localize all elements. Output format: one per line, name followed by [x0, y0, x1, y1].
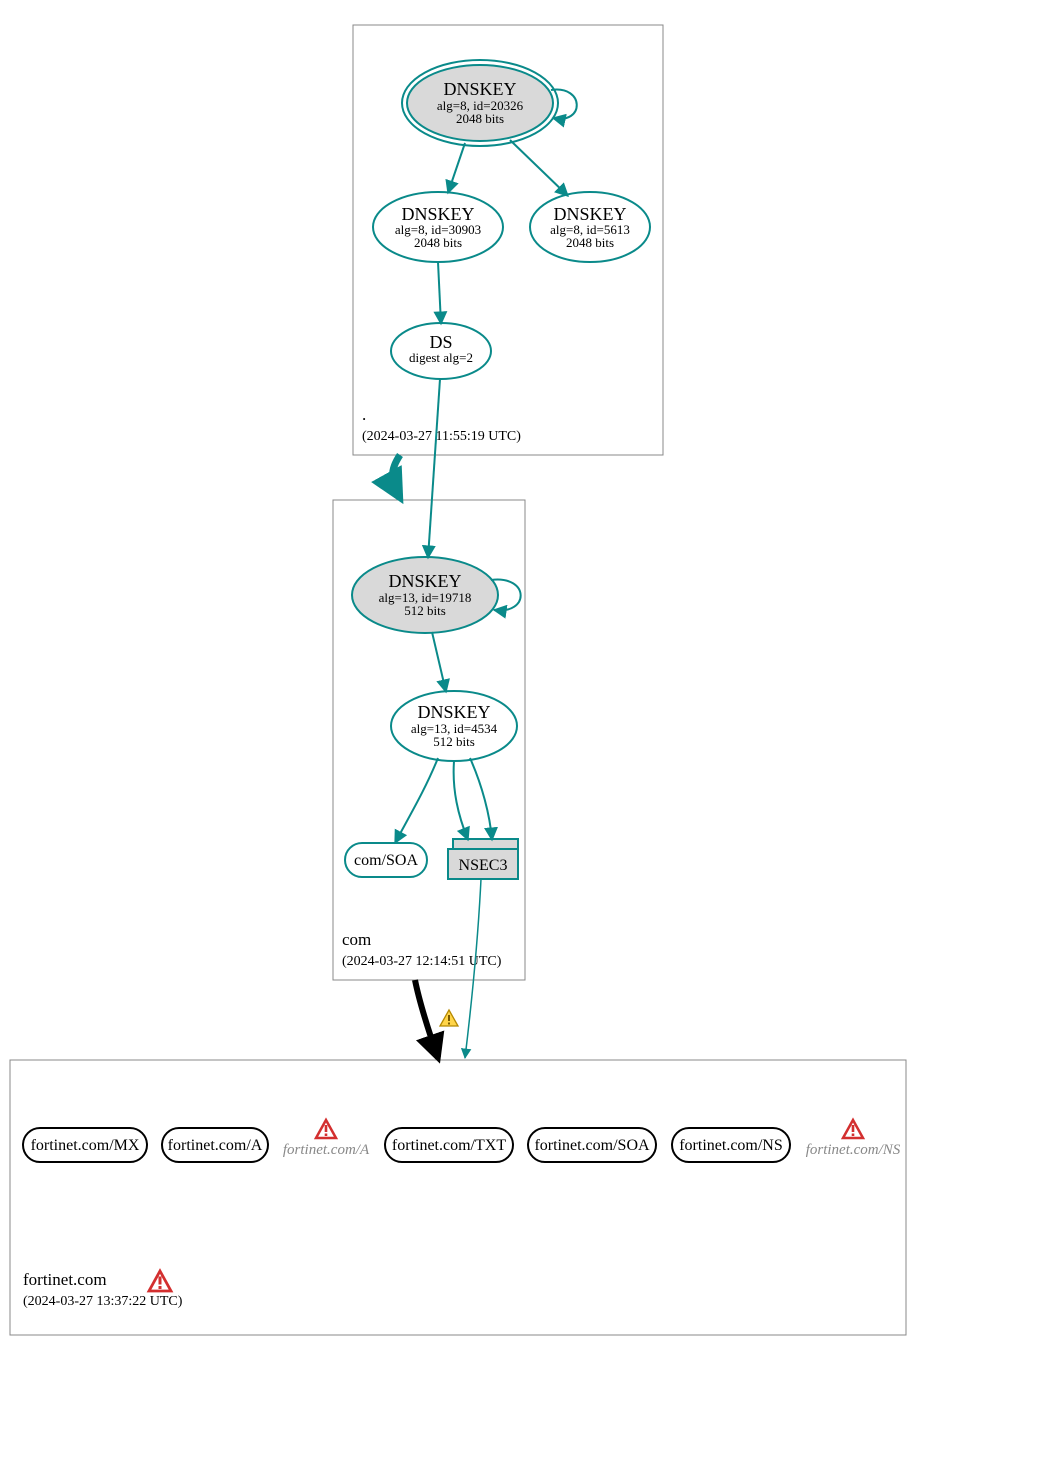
edge-com-zsk-soa: [395, 758, 438, 843]
dnskey-root-ksk-title: DNSKEY: [443, 79, 516, 99]
com-nsec3-label: NSEC3: [459, 857, 508, 874]
zone-fortinet-ts: (2024-03-27 13:37:22 UTC): [23, 1294, 183, 1309]
ds-root-sub: digest alg=2: [409, 350, 473, 365]
com-soa-label: com/SOA: [354, 852, 418, 869]
dnskey-com-zsk-title: DNSKEY: [417, 702, 490, 722]
edge-ds-comksk: [428, 379, 440, 558]
dnssec-diagram: DNSKEY alg=8, id=20326 2048 bits DNSKEY …: [0, 0, 1049, 1477]
error-icon: [316, 1120, 336, 1138]
rr-fortinet-soa: fortinet.com/SOA: [528, 1128, 656, 1162]
ds-root-title: DS: [429, 332, 452, 352]
rr-fortinet-mx: fortinet.com/MX: [23, 1128, 147, 1162]
dnskey-root-ksk-bits: 2048 bits: [456, 111, 504, 126]
ds-root: DS digest alg=2: [391, 323, 491, 379]
dnskey-root-zsk1-title: DNSKEY: [401, 204, 474, 224]
edge-com-zsk-nsec3a: [454, 761, 468, 840]
dnskey-root-zsk1-bits: 2048 bits: [414, 235, 462, 250]
edge-root-to-com: [393, 455, 401, 498]
dnskey-com-zsk-bits: 512 bits: [433, 734, 475, 749]
dnskey-root-ksk: DNSKEY alg=8, id=20326 2048 bits: [402, 60, 558, 146]
rr-fortinet-a-error: fortinet.com/A: [283, 1120, 370, 1158]
edge-root-zsk1-ds: [438, 262, 441, 324]
com-soa: com/SOA: [345, 843, 427, 877]
dnskey-com-ksk-title: DNSKEY: [388, 571, 461, 591]
zone-root-ts: (2024-03-27 11:55:19 UTC): [362, 429, 521, 444]
edge-com-ksk-zsk: [432, 632, 446, 692]
dnskey-root-zsk1: DNSKEY alg=8, id=30903 2048 bits: [373, 192, 503, 262]
edge-root-ksk-zsk1: [448, 143, 465, 193]
rr-fortinet-ns-label: fortinet.com/NS: [679, 1137, 783, 1154]
rr-fortinet-ns: fortinet.com/NS: [672, 1128, 790, 1162]
zone-fortinet-name: fortinet.com: [23, 1270, 107, 1289]
error-icon: [843, 1120, 863, 1138]
zone-com-ts: (2024-03-27 12:14:51 UTC): [342, 954, 502, 969]
rr-fortinet-ns-error: fortinet.com/NS: [806, 1120, 901, 1158]
rr-fortinet-a-label: fortinet.com/A: [168, 1137, 263, 1154]
com-nsec3: NSEC3: [448, 839, 518, 879]
warning-icon: [440, 1010, 458, 1026]
rr-fortinet-txt: fortinet.com/TXT: [385, 1128, 513, 1162]
zone-com-name: com: [342, 930, 371, 949]
rr-fortinet-ns-error-label: fortinet.com/NS: [806, 1142, 901, 1158]
dnskey-root-zsk2-title: DNSKEY: [553, 204, 626, 224]
rr-fortinet-a-error-label: fortinet.com/A: [283, 1142, 370, 1158]
dnskey-com-ksk-bits: 512 bits: [404, 603, 446, 618]
rr-fortinet-txt-label: fortinet.com/TXT: [392, 1137, 506, 1154]
error-icon: [149, 1271, 171, 1291]
dnskey-root-zsk2-bits: 2048 bits: [566, 235, 614, 250]
zone-root-name: .: [362, 405, 366, 424]
edge-root-ksk-zsk2: [510, 140, 568, 196]
rr-fortinet-mx-label: fortinet.com/MX: [31, 1137, 140, 1154]
dnskey-com-ksk: DNSKEY alg=13, id=19718 512 bits: [352, 557, 498, 633]
rr-fortinet-a: fortinet.com/A: [162, 1128, 268, 1162]
dnskey-com-zsk: DNSKEY alg=13, id=4534 512 bits: [391, 691, 517, 761]
edge-com-to-fortinet: [415, 980, 438, 1058]
rr-fortinet-soa-label: fortinet.com/SOA: [534, 1137, 650, 1154]
dnskey-root-zsk2: DNSKEY alg=8, id=5613 2048 bits: [530, 192, 650, 262]
edge-com-zsk-nsec3b: [470, 758, 492, 840]
